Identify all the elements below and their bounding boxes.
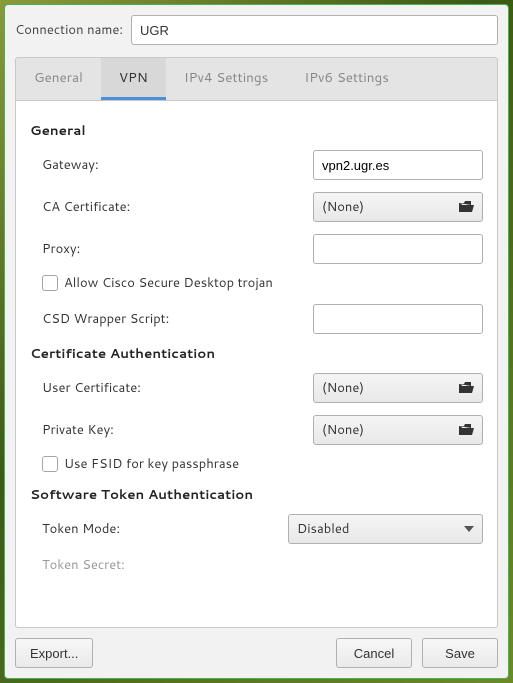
cancel-button[interactable]: Cancel — [336, 638, 412, 668]
cert-auth-form: User Certificate: (None) Private Key: (N… — [30, 373, 483, 445]
allow-cisco-checkbox[interactable] — [42, 275, 58, 291]
chevron-down-icon — [464, 526, 474, 532]
proxy-label: Proxy: — [42, 240, 303, 258]
csd-form: CSD Wrapper Script: — [30, 304, 483, 334]
connection-name-input[interactable] — [131, 15, 498, 45]
ca-cert-chooser[interactable]: (None) — [313, 192, 483, 222]
token-mode-label: Token Mode: — [42, 520, 278, 538]
fsid-checkbox[interactable] — [42, 456, 58, 472]
token-mode-value: Disabled — [297, 520, 349, 538]
user-cert-chooser[interactable]: (None) — [313, 373, 483, 403]
footer-button-group: Cancel Save — [336, 638, 498, 668]
user-cert-value: (None) — [322, 379, 364, 397]
general-form: Gateway: CA Certificate: (None) Proxy: — [30, 150, 483, 264]
csd-wrapper-label: CSD Wrapper Script: — [42, 310, 303, 328]
folder-open-icon — [458, 381, 474, 395]
connection-name-row: Connection name: — [15, 15, 498, 45]
token-auth-form: Token Mode: Disabled Token Secret: — [30, 514, 483, 574]
ca-cert-label: CA Certificate: — [42, 198, 303, 216]
tab-ipv4[interactable]: IPv4 Settings — [166, 58, 287, 100]
folder-open-icon — [458, 200, 474, 214]
allow-cisco-label: Allow Cisco Secure Desktop trojan — [64, 274, 273, 292]
user-cert-label: User Certificate: — [42, 379, 303, 397]
save-button[interactable]: Save — [422, 638, 498, 668]
export-button[interactable]: Export... — [15, 638, 93, 668]
vpn-settings-window: Connection name: General VPN IPv4 Settin… — [4, 4, 509, 679]
csd-wrapper-input[interactable] — [313, 304, 483, 334]
private-key-value: (None) — [322, 421, 364, 439]
token-mode-select[interactable]: Disabled — [288, 514, 483, 544]
ca-cert-value: (None) — [322, 198, 364, 216]
dialog-footer: Export... Cancel Save — [15, 628, 498, 668]
section-title-token-auth: Software Token Authentication — [30, 485, 483, 504]
section-title-general: General — [30, 121, 483, 140]
fsid-row: Use FSID for key passphrase — [30, 455, 483, 473]
private-key-label: Private Key: — [42, 421, 303, 439]
gateway-input[interactable] — [313, 150, 483, 180]
section-title-cert-auth: Certificate Authentication — [30, 344, 483, 363]
private-key-chooser[interactable]: (None) — [313, 415, 483, 445]
fsid-label: Use FSID for key passphrase — [64, 455, 239, 473]
folder-open-icon — [458, 423, 474, 437]
token-secret-label: Token Secret: — [42, 556, 278, 574]
connection-name-label: Connection name: — [15, 21, 123, 39]
tab-content-vpn: General Gateway: CA Certificate: (None) … — [15, 100, 498, 628]
allow-cisco-row: Allow Cisco Secure Desktop trojan — [30, 274, 483, 292]
tab-bar: General VPN IPv4 Settings IPv6 Settings — [15, 57, 498, 100]
tab-ipv6[interactable]: IPv6 Settings — [286, 58, 407, 100]
gateway-label: Gateway: — [42, 156, 303, 174]
proxy-input[interactable] — [313, 234, 483, 264]
tab-general[interactable]: General — [16, 58, 101, 100]
tab-vpn[interactable]: VPN — [101, 58, 166, 100]
